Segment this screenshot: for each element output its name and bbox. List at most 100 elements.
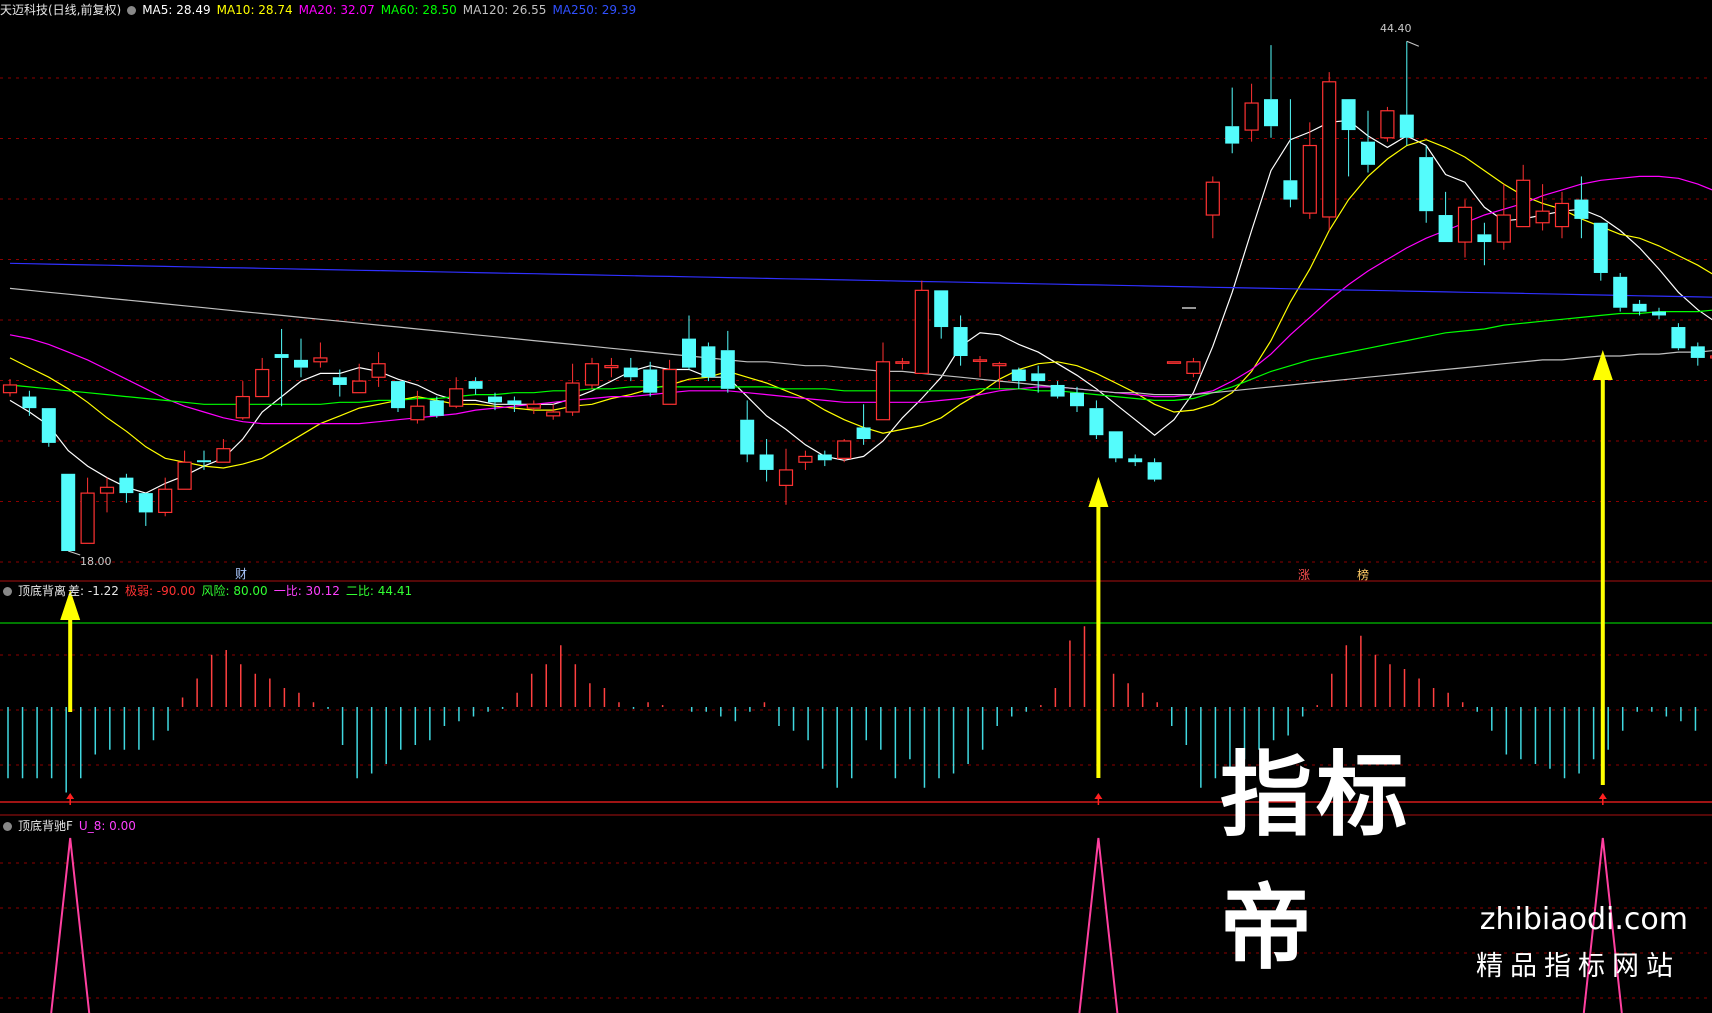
candle <box>584 357 600 389</box>
ma20-label: MA20: 32.07 <box>298 3 375 17</box>
candle <box>313 342 328 368</box>
candle <box>623 357 638 382</box>
candle-body <box>1166 361 1182 364</box>
candle-body <box>1690 346 1705 358</box>
ma-line-ma10 <box>9 139 1712 469</box>
candle-body <box>1419 157 1434 212</box>
candle-body <box>468 381 483 389</box>
settings-dot-icon[interactable] <box>3 587 12 596</box>
candle <box>662 359 677 405</box>
candle-body <box>1613 276 1628 308</box>
candle <box>546 404 561 420</box>
candle <box>449 377 464 409</box>
ma120-label: MA120: 26.55 <box>462 3 547 17</box>
candle <box>1128 454 1143 467</box>
candle-body <box>313 357 328 363</box>
indicator2-peak <box>50 837 91 1013</box>
high-price-label: 44.40 <box>1380 22 1412 35</box>
candle-body <box>1574 199 1589 219</box>
watermark: 指标帝 zhibiaodi.com 精品指标网站 <box>1220 742 1700 1005</box>
candle-body <box>740 419 755 455</box>
candle <box>1264 45 1278 138</box>
indicator2-value: U_8: 0.00 <box>78 819 136 833</box>
candle-body <box>1050 384 1065 397</box>
indicator1-value: 差: -1.22 <box>68 584 119 598</box>
candle <box>468 377 483 395</box>
candle <box>720 330 735 393</box>
candle <box>1186 357 1201 378</box>
candle-body <box>720 350 735 389</box>
candle <box>914 280 929 374</box>
candle-body <box>138 493 153 513</box>
candle <box>216 439 231 463</box>
candle <box>1031 365 1046 393</box>
high-marker-line <box>1406 40 1419 47</box>
candle <box>1070 386 1084 412</box>
candle <box>99 477 115 513</box>
indicator2-header: 顶底背驰F U_8: 0.00 <box>0 817 142 835</box>
candle <box>158 477 173 517</box>
ma60-label: MA60: 28.50 <box>380 3 457 17</box>
settings-dot-icon[interactable] <box>127 6 137 15</box>
low-price-label: 18.00 <box>80 555 112 568</box>
candle-body <box>61 473 76 552</box>
candle <box>1108 431 1123 463</box>
candle-body <box>158 488 173 514</box>
candle <box>1322 72 1337 231</box>
candle <box>1302 122 1317 219</box>
settings-dot-icon[interactable] <box>3 822 12 831</box>
candle-body <box>449 388 464 407</box>
candle <box>934 290 949 339</box>
candle-body <box>1477 234 1492 243</box>
candle-body <box>488 396 502 403</box>
candle-body <box>662 368 677 405</box>
candle-body <box>682 338 696 368</box>
candle-body <box>1186 361 1201 374</box>
ma250-label: MA250: 29.39 <box>552 3 637 17</box>
candle <box>759 439 774 482</box>
candle-body <box>216 448 231 463</box>
candle <box>1380 106 1395 142</box>
candle-body <box>410 405 425 421</box>
candle-body <box>119 477 134 494</box>
watermark-brand: 指标帝 <box>1220 742 1413 982</box>
candle-body <box>1438 215 1453 243</box>
candle-body <box>1671 327 1686 349</box>
ma5-label: MA5: 28.49 <box>142 3 211 17</box>
candle-body <box>177 461 192 490</box>
candle-body <box>1147 462 1162 480</box>
candle-body <box>391 381 405 409</box>
candle <box>274 328 289 407</box>
cai-mark: 财 <box>235 567 247 581</box>
candle-body <box>1632 303 1647 312</box>
indicator1-risk: 风险: 80.00 <box>201 584 268 598</box>
candle-body <box>817 454 832 461</box>
low-marker-line <box>68 550 81 556</box>
candle <box>1652 307 1666 320</box>
candle <box>1399 41 1414 146</box>
candle-body <box>992 363 1007 367</box>
candle-body <box>197 460 211 463</box>
indicator1-header: 顶底背离 差: -1.22 极弱: -90.00 风险: 80.00 一比: 30.12… <box>0 582 418 600</box>
candle-body <box>604 365 619 369</box>
main-chart-header: 天迈科技(日线,前复权) MA5: 28.49 MA10: 28.74 MA20: 3… <box>0 1 642 19</box>
signal-arrow-head <box>1088 477 1109 507</box>
candle-body <box>1244 102 1259 131</box>
stock-title: 天迈科技(日线,前复权) <box>0 3 122 17</box>
candle <box>80 477 95 544</box>
candle <box>22 390 37 416</box>
candle-body <box>1225 126 1240 144</box>
signal-arrow-head <box>1592 350 1613 380</box>
candle <box>1554 191 1570 239</box>
candle-body <box>274 354 289 358</box>
indicator1-extreme: 极弱: -90.00 <box>124 584 196 598</box>
indicator1-name: 顶底背离 <box>18 584 67 598</box>
indicator2-name: 顶底背驰F <box>18 819 73 833</box>
candle <box>1244 83 1259 142</box>
candle <box>294 338 308 378</box>
candle <box>410 390 425 424</box>
candle <box>682 315 696 370</box>
candle <box>778 448 794 505</box>
ma10-label: MA10: 28.74 <box>216 3 293 17</box>
candle <box>856 404 871 445</box>
